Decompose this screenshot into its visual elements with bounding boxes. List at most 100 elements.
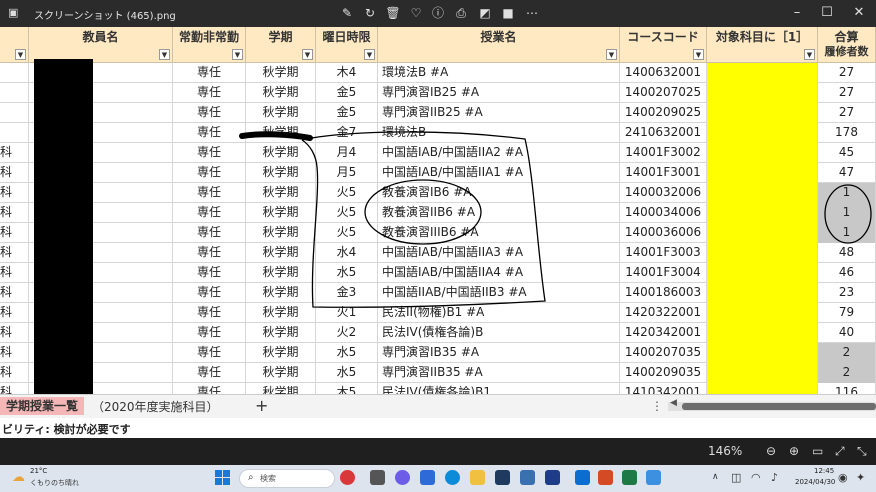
cell-count[interactable]: 48 — [818, 243, 876, 263]
cell-status[interactable]: 専任 — [173, 243, 246, 263]
app-icon-1[interactable] — [495, 470, 510, 485]
cell-code[interactable]: 1400209025 — [620, 103, 707, 123]
weather-desc[interactable]: くもりのち晴れ — [30, 478, 79, 488]
cell-a[interactable] — [0, 63, 29, 83]
cell-day[interactable]: 火1 — [316, 303, 378, 323]
cell-a[interactable]: 科 — [0, 303, 29, 323]
cell-status[interactable]: 専任 — [173, 123, 246, 143]
maximize-button[interactable]: ☐ — [812, 3, 842, 23]
cell-count[interactable]: 116 — [818, 383, 876, 394]
cell-day[interactable]: 金5 — [316, 103, 378, 123]
cell-term[interactable]: 秋学期 — [246, 263, 316, 283]
cell-course[interactable]: 教養演習IIIB6 #A — [378, 223, 620, 243]
cell-target[interactable] — [707, 383, 818, 394]
cell-code[interactable]: 1410342001 — [620, 383, 707, 394]
zoom-out-icon[interactable]: ⊖ — [766, 444, 776, 458]
cell-a[interactable]: 科 — [0, 143, 29, 163]
cell-count[interactable]: 1 — [818, 203, 876, 223]
cell-code[interactable]: 1400207035 — [620, 343, 707, 363]
horizontal-scrollbar[interactable]: ◀ — [668, 398, 876, 411]
cell-count[interactable]: 23 — [818, 283, 876, 303]
scroll-left-icon[interactable]: ◀ — [670, 398, 677, 408]
cell-target[interactable] — [707, 303, 818, 323]
cell-count[interactable]: 47 — [818, 163, 876, 183]
cell-target[interactable] — [707, 323, 818, 343]
photos-app-icon[interactable] — [646, 470, 661, 485]
store-app-icon[interactable] — [575, 470, 590, 485]
expand-icon[interactable]: ⤡ — [857, 444, 867, 458]
cell-course[interactable]: 中国語IAB/中国語IIA2 #A — [378, 143, 620, 163]
cell-target[interactable] — [707, 83, 818, 103]
chat-app-icon[interactable] — [395, 470, 410, 485]
print-icon[interactable]: ⎙ — [453, 5, 469, 21]
cell-target[interactable] — [707, 263, 818, 283]
delete-icon[interactable]: 🗑 — [385, 5, 401, 21]
accessibility-status[interactable]: ビリティ: 検討が必要です — [2, 421, 131, 437]
cell-a[interactable] — [0, 83, 29, 103]
cell-code[interactable]: 1420342001 — [620, 323, 707, 343]
cell-day[interactable]: 水5 — [316, 363, 378, 383]
cell-code[interactable]: 1400632001 — [620, 63, 707, 83]
cell-day[interactable]: 火5 — [316, 203, 378, 223]
fit-window-icon[interactable]: ▭ — [812, 444, 823, 458]
cell-course[interactable]: 中国語IIAB/中国語IIB3 #A — [378, 283, 620, 303]
cell-course[interactable]: 専門演習IIB25 #A — [378, 103, 620, 123]
cell-term[interactable]: 秋学期 — [246, 343, 316, 363]
task-view-icon[interactable] — [370, 470, 385, 485]
cell-target[interactable] — [707, 363, 818, 383]
start-button[interactable] — [215, 470, 231, 486]
cell-term[interactable]: 秋学期 — [246, 283, 316, 303]
cell-count[interactable]: 1 — [818, 183, 876, 203]
cell-day[interactable]: 木5 — [316, 383, 378, 394]
cell-status[interactable]: 専任 — [173, 163, 246, 183]
cell-term[interactable]: 秋学期 — [246, 183, 316, 203]
cell-course[interactable]: 民法IV(債権各論)B1 — [378, 383, 620, 394]
cell-day[interactable]: 火5 — [316, 183, 378, 203]
powerpoint-icon[interactable] — [598, 470, 613, 485]
cell-code[interactable]: 1400036006 — [620, 223, 707, 243]
cell-a[interactable]: 科 — [0, 163, 29, 183]
cell-a[interactable] — [0, 123, 29, 143]
cell-term[interactable]: 秋学期 — [246, 243, 316, 263]
cell-target[interactable] — [707, 243, 818, 263]
cell-day[interactable]: 金7 — [316, 123, 378, 143]
cell-count[interactable]: 1 — [818, 223, 876, 243]
cell-status[interactable]: 専任 — [173, 383, 246, 394]
file-explorer-icon[interactable] — [470, 470, 485, 485]
cell-target[interactable] — [707, 123, 818, 143]
cell-term[interactable]: 秋学期 — [246, 63, 316, 83]
cell-course[interactable]: 民法IV(債権各論)B — [378, 323, 620, 343]
cell-term[interactable]: 秋学期 — [246, 143, 316, 163]
filter-icon[interactable]: ▼ — [804, 49, 815, 60]
cell-status[interactable]: 専任 — [173, 363, 246, 383]
cell-a[interactable]: 科 — [0, 243, 29, 263]
cell-target[interactable] — [707, 103, 818, 123]
volume-icon[interactable]: ♪ — [771, 471, 778, 484]
cell-course[interactable]: 環境法B #A — [378, 63, 620, 83]
edit-icon[interactable]: ✎ — [339, 5, 355, 21]
cell-a[interactable]: 科 — [0, 363, 29, 383]
cell-term[interactable]: 秋学期 — [246, 123, 316, 143]
cell-course[interactable]: 教養演習IB6 #A — [378, 183, 620, 203]
cell-status[interactable]: 専任 — [173, 323, 246, 343]
rotate-icon[interactable]: ↻ — [362, 5, 378, 21]
cell-code[interactable]: 1400186003 — [620, 283, 707, 303]
weather-temp[interactable]: 21°C — [30, 467, 47, 475]
cell-status[interactable]: 専任 — [173, 263, 246, 283]
filter-icon[interactable]: ▼ — [15, 49, 26, 60]
filter-icon[interactable]: ▼ — [364, 49, 375, 60]
cell-a[interactable]: 科 — [0, 183, 29, 203]
cell-code[interactable]: 1400034006 — [620, 203, 707, 223]
cell-a[interactable]: 科 — [0, 383, 29, 394]
weather-icon[interactable]: ☁ — [12, 470, 25, 485]
cell-count[interactable]: 46 — [818, 263, 876, 283]
minimize-button[interactable]: – — [782, 3, 812, 23]
cell-course[interactable]: 中国語IAB/中国語IIA1 #A — [378, 163, 620, 183]
cell-status[interactable]: 専任 — [173, 203, 246, 223]
more-icon[interactable]: ⋯ — [524, 5, 540, 21]
cell-day[interactable]: 金3 — [316, 283, 378, 303]
cell-status[interactable]: 専任 — [173, 63, 246, 83]
cell-course[interactable]: 環境法B — [378, 123, 620, 143]
cell-day[interactable]: 水5 — [316, 263, 378, 283]
cell-term[interactable]: 秋学期 — [246, 383, 316, 394]
